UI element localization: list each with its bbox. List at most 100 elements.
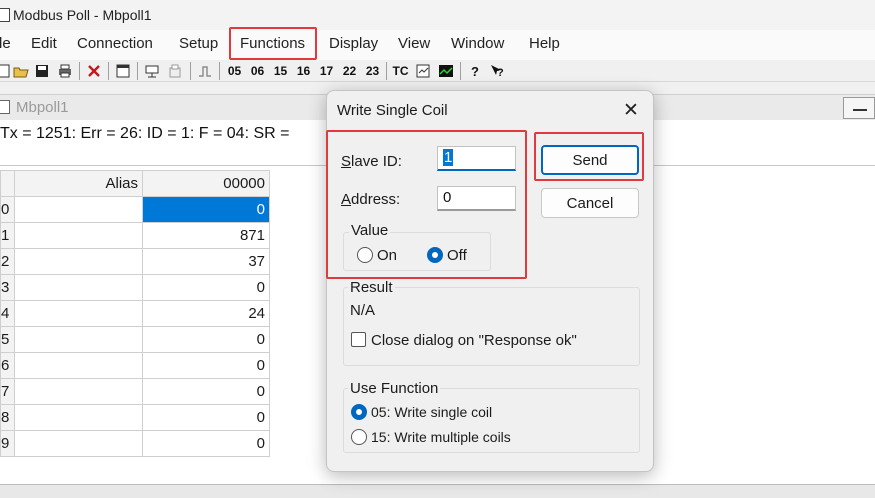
table-row: 3 0 (0, 274, 270, 301)
table-row: 8 0 (0, 404, 270, 431)
table-row: 7 0 (0, 378, 270, 405)
grid-corner (0, 170, 15, 197)
value-cell[interactable]: 871 (142, 222, 270, 249)
menu-file[interactable]: le (0, 35, 11, 52)
close-on-ok-label[interactable]: Close dialog on "Response ok" (371, 332, 577, 349)
func-06-button[interactable]: 06 (249, 62, 266, 80)
chart-icon[interactable] (438, 63, 454, 79)
func-16-button[interactable]: 16 (295, 62, 312, 80)
table-row: 2 37 (0, 248, 270, 275)
inputs-highlight-box (326, 130, 527, 279)
log-icon[interactable] (415, 63, 431, 79)
new-file-icon[interactable] (0, 63, 12, 79)
menu-bar: le Edit Connection Setup Functions Displ… (0, 30, 875, 60)
send-highlight-box (534, 132, 644, 181)
toolbar-separator (108, 62, 109, 80)
row-index: 6 (0, 352, 15, 379)
row-index: 4 (0, 300, 15, 327)
alias-cell[interactable] (14, 196, 143, 223)
func-05-radio-label[interactable]: 05: Write single coil (371, 404, 492, 420)
horizontal-scrollbar[interactable] (0, 484, 875, 498)
alias-cell[interactable] (14, 326, 143, 353)
value-cell-selected[interactable]: 0 (142, 196, 270, 223)
table-row: 4 24 (0, 300, 270, 327)
toolbar-separator (79, 62, 80, 80)
func-05-button[interactable]: 05 (226, 62, 243, 80)
functions-highlight-box (229, 27, 317, 60)
result-value: N/A (350, 302, 376, 319)
single-read-icon[interactable] (197, 63, 213, 79)
grid-header-row: Alias 00000 (0, 170, 270, 197)
svg-text:?: ? (471, 64, 479, 79)
alias-cell[interactable] (14, 222, 143, 249)
close-icon[interactable]: ✕ (617, 97, 645, 123)
value-cell[interactable]: 0 (142, 352, 270, 379)
about-icon[interactable]: ? (467, 63, 483, 79)
alias-cell[interactable] (14, 404, 143, 431)
menu-display[interactable]: Display (329, 35, 378, 52)
child-window-title: Mbpoll1 (16, 99, 69, 116)
func-15-radio-label[interactable]: 15: Write multiple coils (371, 429, 511, 445)
menu-connection[interactable]: Connection (77, 35, 153, 52)
table-row: 9 0 (0, 430, 270, 457)
func-15-button[interactable]: 15 (272, 62, 289, 80)
cancel-button[interactable]: Cancel (541, 188, 639, 218)
save-icon[interactable] (34, 63, 50, 79)
row-index: 7 (0, 378, 15, 405)
disconnect-icon[interactable] (167, 63, 183, 79)
table-row: 6 0 (0, 352, 270, 379)
value-cell[interactable]: 0 (142, 274, 270, 301)
use-function-group-label: Use Function (348, 380, 441, 397)
alias-cell[interactable] (14, 300, 143, 327)
address-column-header[interactable]: 00000 (142, 170, 270, 197)
toolbar-separator (219, 62, 220, 80)
func-05-radio[interactable] (351, 404, 367, 420)
menu-window[interactable]: Window (451, 35, 504, 52)
value-cell[interactable]: 0 (142, 430, 270, 457)
delete-icon[interactable] (86, 63, 102, 79)
value-cell[interactable]: 24 (142, 300, 270, 327)
document-icon (0, 100, 10, 114)
menu-help[interactable]: Help (529, 35, 560, 52)
toolbar-separator (137, 62, 138, 80)
table-row: 1 871 (0, 222, 270, 249)
row-index: 0 (0, 196, 15, 223)
func-22-button[interactable]: 22 (341, 62, 358, 80)
close-on-ok-checkbox[interactable] (351, 332, 366, 347)
dialog-title: Write Single Coil (337, 102, 448, 119)
toolbar-separator (190, 62, 191, 80)
svg-text:?: ? (497, 67, 504, 79)
value-cell[interactable]: 0 (142, 378, 270, 405)
window-title: Modbus Poll - Mbpoll1 (13, 7, 152, 23)
alias-cell[interactable] (14, 352, 143, 379)
alias-column-header[interactable]: Alias (14, 170, 143, 197)
status-text: Tx = 1251: Err = 26: ID = 1: F = 04: SR … (0, 125, 290, 142)
traffic-button[interactable]: TC (392, 62, 409, 80)
menu-setup[interactable]: Setup (179, 35, 218, 52)
context-help-icon[interactable]: ? (489, 63, 505, 79)
value-cell[interactable]: 37 (142, 248, 270, 275)
minimize-button[interactable] (843, 97, 875, 119)
table-row: 5 0 (0, 326, 270, 353)
menu-edit[interactable]: Edit (31, 35, 57, 52)
alias-cell[interactable] (14, 274, 143, 301)
window-icon[interactable] (115, 63, 131, 79)
value-cell[interactable]: 0 (142, 326, 270, 353)
alias-cell[interactable] (14, 378, 143, 405)
toolbar-separator (386, 62, 387, 80)
func-23-button[interactable]: 23 (364, 62, 381, 80)
func-15-radio[interactable] (351, 429, 367, 445)
func-17-button[interactable]: 17 (318, 62, 335, 80)
menu-view[interactable]: View (398, 35, 430, 52)
row-index: 5 (0, 326, 15, 353)
print-icon[interactable] (57, 63, 73, 79)
connect-icon[interactable] (144, 63, 160, 79)
app-icon (0, 8, 10, 22)
value-cell[interactable]: 0 (142, 404, 270, 431)
table-row: 0 0 (0, 196, 270, 223)
result-group (343, 287, 640, 366)
open-folder-icon[interactable] (13, 63, 29, 79)
alias-cell[interactable] (14, 248, 143, 275)
alias-cell[interactable] (14, 430, 143, 457)
row-index: 2 (0, 248, 15, 275)
